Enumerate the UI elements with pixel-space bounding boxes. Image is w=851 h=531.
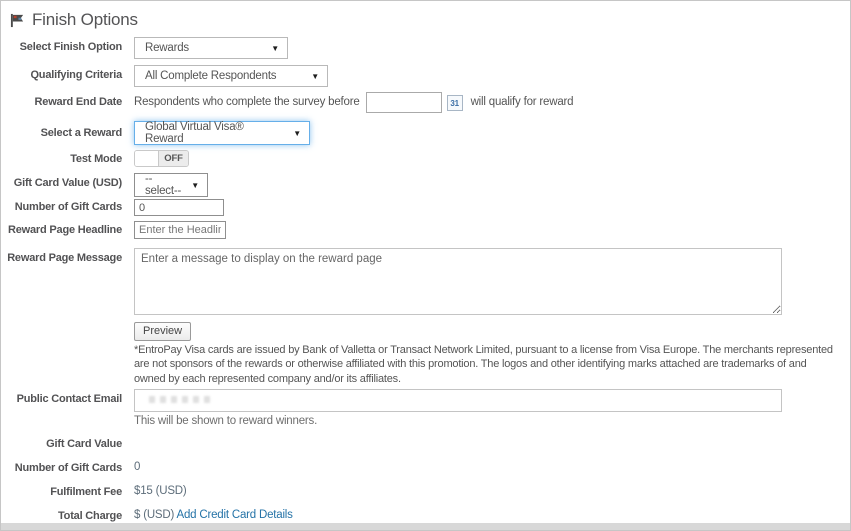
chevron-down-icon: ▼ bbox=[293, 129, 301, 138]
row-gift-card-value-select: Gift Card Value (USD) --select-- ▼ bbox=[1, 173, 850, 197]
calendar-icon[interactable]: 31 bbox=[447, 95, 463, 111]
reward-page-message-label: Reward Page Message bbox=[1, 248, 134, 265]
row-select-a-reward: Select a Reward Global Virtual Visa® Rew… bbox=[1, 121, 850, 145]
chevron-down-icon: ▼ bbox=[311, 72, 319, 81]
row-number-of-gift-cards: Number of Gift Cards bbox=[1, 199, 850, 216]
reward-end-date-prefix-text: Respondents who complete the survey befo… bbox=[134, 92, 360, 108]
select-a-reward-dropdown[interactable]: Global Virtual Visa® Reward ▼ bbox=[134, 121, 310, 145]
row-test-mode: Test Mode OFF bbox=[1, 150, 850, 167]
reward-page-message-textarea[interactable] bbox=[134, 248, 782, 315]
finish-flag-icon bbox=[10, 13, 25, 28]
row-reward-end-date: Reward End Date Respondents who complete… bbox=[1, 92, 850, 113]
add-credit-card-details-link[interactable]: Add Credit Card Details bbox=[177, 509, 293, 521]
select-finish-option-label: Select Finish Option bbox=[1, 37, 134, 54]
reward-end-date-label: Reward End Date bbox=[1, 92, 134, 109]
summary-fulfilment-fee: $15 (USD) bbox=[134, 482, 187, 497]
summary-total-charge-label: Total Charge bbox=[1, 506, 134, 523]
number-of-gift-cards-label: Number of Gift Cards bbox=[1, 199, 134, 214]
test-mode-label: Test Mode bbox=[1, 150, 134, 166]
test-mode-toggle[interactable]: OFF bbox=[134, 150, 189, 167]
row-summary-gift-card-value: Gift Card Value bbox=[1, 434, 850, 454]
preview-button[interactable]: Preview bbox=[134, 322, 191, 341]
row-preview: Preview bbox=[1, 322, 850, 341]
summary-number-of-gift-cards: 0 bbox=[134, 458, 140, 473]
qualifying-criteria-dropdown[interactable]: All Complete Respondents ▼ bbox=[134, 65, 328, 87]
row-summary-fulfilment-fee: Fulfilment Fee $15 (USD) bbox=[1, 482, 850, 502]
public-contact-email-helper: This will be shown to reward winners. bbox=[134, 415, 317, 427]
row-public-contact-email: Public Contact Email This will be shown … bbox=[1, 389, 850, 427]
row-select-finish-option: Select Finish Option Rewards ▼ bbox=[1, 37, 850, 59]
row-reward-page-message: Reward Page Message bbox=[1, 248, 850, 315]
toggle-knob bbox=[135, 151, 159, 166]
redacted-email-smudge bbox=[149, 396, 213, 403]
public-contact-email-label: Public Contact Email bbox=[1, 389, 134, 406]
page-header: Finish Options bbox=[1, 1, 850, 30]
chevron-down-icon: ▼ bbox=[191, 181, 199, 190]
select-finish-option-dropdown[interactable]: Rewards ▼ bbox=[134, 37, 288, 59]
reward-page-headline-input[interactable] bbox=[134, 221, 226, 239]
number-of-gift-cards-input[interactable] bbox=[134, 199, 224, 216]
row-qualifying-criteria: Qualifying Criteria All Complete Respond… bbox=[1, 65, 850, 87]
page-title: Finish Options bbox=[32, 10, 138, 30]
select-a-reward-value: Global Virtual Visa® Reward bbox=[145, 121, 283, 145]
summary-fulfilment-fee-label: Fulfilment Fee bbox=[1, 482, 134, 499]
toggle-state-label: OFF bbox=[159, 151, 188, 166]
qualifying-criteria-label: Qualifying Criteria bbox=[1, 65, 134, 82]
entropay-disclaimer-text: *EntroPay Visa cards are issued by Bank … bbox=[134, 343, 834, 386]
select-a-reward-label: Select a Reward bbox=[1, 121, 134, 140]
select-finish-option-value: Rewards bbox=[145, 42, 189, 54]
row-disclaimer: *EntroPay Visa cards are issued by Bank … bbox=[1, 343, 850, 386]
gift-card-value-dropdown[interactable]: --select-- ▼ bbox=[134, 173, 208, 197]
summary-number-of-gift-cards-label: Number of Gift Cards bbox=[1, 458, 134, 475]
public-contact-email-input[interactable] bbox=[134, 389, 782, 412]
finish-options-panel: Finish Options Select Finish Option Rewa… bbox=[0, 0, 851, 531]
reward-end-date-input[interactable] bbox=[366, 92, 442, 113]
reward-end-date-suffix-text: will qualify for reward bbox=[471, 92, 574, 108]
gift-card-value-select-label: Gift Card Value (USD) bbox=[1, 173, 134, 190]
chevron-down-icon: ▼ bbox=[271, 44, 279, 53]
reward-page-headline-label: Reward Page Headline bbox=[1, 221, 134, 237]
qualifying-criteria-value: All Complete Respondents bbox=[145, 70, 276, 82]
summary-total-charge: $ (USD) Add Credit Card Details bbox=[134, 506, 293, 521]
summary-gift-card-value-label: Gift Card Value bbox=[1, 434, 134, 451]
row-reward-page-headline: Reward Page Headline bbox=[1, 221, 850, 239]
footer-bar bbox=[1, 523, 850, 530]
row-summary-number-of-gift-cards: Number of Gift Cards 0 bbox=[1, 458, 850, 478]
gift-card-value-selected: --select-- bbox=[145, 173, 181, 197]
